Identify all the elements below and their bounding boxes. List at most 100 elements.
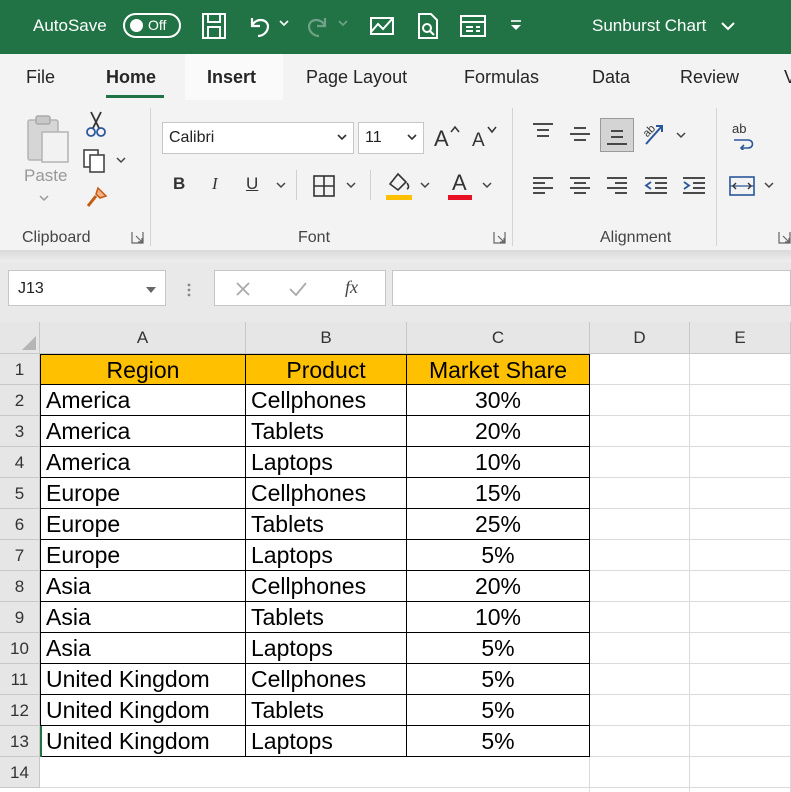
merge-dropdown-icon[interactable] xyxy=(764,182,774,190)
row-header-6[interactable]: 6 xyxy=(0,509,40,540)
underline-button[interactable]: U xyxy=(246,174,258,194)
table-cell[interactable]: 5% xyxy=(407,633,590,664)
row-header-3[interactable]: 3 xyxy=(0,416,40,447)
autosave-toggle[interactable]: Off xyxy=(123,13,181,38)
row-header-12[interactable]: 12 xyxy=(0,695,40,726)
align-right-icon[interactable] xyxy=(604,174,630,198)
paste-dropdown-icon[interactable] xyxy=(38,194,50,202)
column-header-b[interactable]: B xyxy=(246,322,407,354)
tab-view[interactable]: V xyxy=(784,67,791,88)
wrap-text-icon[interactable]: ab xyxy=(730,120,760,150)
top-align-icon[interactable] xyxy=(530,120,556,144)
redo-dropdown-icon[interactable] xyxy=(338,20,348,28)
table-cell[interactable]: United Kingdom xyxy=(40,695,246,726)
decrease-font-size-icon[interactable]: A xyxy=(470,122,500,150)
fill-color-icon[interactable] xyxy=(384,168,414,202)
table-cell[interactable]: United Kingdom xyxy=(40,726,246,757)
table-header-cell[interactable]: Product xyxy=(246,354,407,385)
row-header-9[interactable]: 9 xyxy=(0,602,40,633)
enter-icon[interactable] xyxy=(287,279,309,299)
table-cell[interactable]: Tablets xyxy=(246,509,407,540)
orientation-icon[interactable]: ab xyxy=(642,120,672,148)
table-cell[interactable]: 20% xyxy=(407,571,590,602)
cut-icon[interactable] xyxy=(84,110,108,138)
tab-file[interactable]: File xyxy=(26,67,55,88)
dialog-launcher-icon[interactable] xyxy=(131,231,144,244)
fill-color-dropdown-icon[interactable] xyxy=(420,182,430,190)
table-cell[interactable]: 25% xyxy=(407,509,590,540)
redo-icon[interactable] xyxy=(305,12,331,40)
table-cell[interactable]: America xyxy=(40,416,246,447)
table-cell[interactable]: 10% xyxy=(407,447,590,478)
chevron-down-icon[interactable] xyxy=(720,15,736,37)
middle-align-icon[interactable] xyxy=(567,122,593,146)
row-header-1[interactable]: 1 xyxy=(0,354,40,385)
table-cell[interactable]: 30% xyxy=(407,385,590,416)
decrease-indent-icon[interactable] xyxy=(642,174,670,198)
row-header-2[interactable]: 2 xyxy=(0,385,40,416)
row-header-5[interactable]: 5 xyxy=(0,478,40,509)
copy-icon[interactable] xyxy=(82,148,110,174)
font-size-select[interactable]: 11 xyxy=(358,122,424,154)
table-cell[interactable]: Cellphones xyxy=(246,478,407,509)
customize-qat-icon[interactable] xyxy=(509,20,523,32)
column-header-d[interactable]: D xyxy=(590,322,690,354)
table-cell[interactable]: Cellphones xyxy=(246,385,407,416)
undo-dropdown-icon[interactable] xyxy=(279,20,289,28)
column-header-c[interactable]: C xyxy=(407,322,590,354)
table-cell[interactable]: 5% xyxy=(407,726,590,757)
borders-dropdown-icon[interactable] xyxy=(346,182,356,190)
table-cell[interactable]: Cellphones xyxy=(246,571,407,602)
row-header-8[interactable]: 8 xyxy=(0,571,40,602)
copy-dropdown-icon[interactable] xyxy=(116,157,126,165)
table-cell[interactable]: Laptops xyxy=(246,447,407,478)
table-cell[interactable]: 20% xyxy=(407,416,590,447)
row-header-7[interactable]: 7 xyxy=(0,540,40,571)
bold-button[interactable]: B xyxy=(173,174,185,194)
font-color-dropdown-icon[interactable] xyxy=(482,182,492,190)
document-title[interactable]: Sunburst Chart xyxy=(592,16,706,36)
form-icon[interactable] xyxy=(459,12,487,40)
column-header-a[interactable]: A xyxy=(40,322,246,354)
table-cell[interactable]: Asia xyxy=(40,571,246,602)
table-cell[interactable]: Laptops xyxy=(246,540,407,571)
table-cell[interactable]: Tablets xyxy=(246,602,407,633)
paste-icon[interactable] xyxy=(22,112,72,168)
bottom-align-button[interactable] xyxy=(600,118,634,152)
row-header-4[interactable]: 4 xyxy=(0,447,40,478)
italic-button[interactable]: I xyxy=(212,174,218,194)
align-center-icon[interactable] xyxy=(567,174,593,198)
table-cell[interactable]: Tablets xyxy=(246,416,407,447)
tab-page-layout[interactable]: Page Layout xyxy=(306,67,407,88)
print-preview-icon[interactable] xyxy=(416,12,440,40)
table-cell[interactable]: Laptops xyxy=(246,633,407,664)
table-cell[interactable]: 5% xyxy=(407,695,590,726)
insert-function-button[interactable]: fx xyxy=(345,277,358,298)
dialog-launcher-icon[interactable] xyxy=(493,231,506,244)
table-cell[interactable]: Europe xyxy=(40,509,246,540)
table-cell[interactable]: Cellphones xyxy=(246,664,407,695)
table-cell[interactable]: Asia xyxy=(40,602,246,633)
table-cell[interactable]: 15% xyxy=(407,478,590,509)
align-left-icon[interactable] xyxy=(530,174,556,198)
table-cell[interactable]: America xyxy=(40,447,246,478)
tab-formulas[interactable]: Formulas xyxy=(464,67,539,88)
increase-font-size-icon[interactable]: A xyxy=(432,122,462,150)
formula-input[interactable] xyxy=(392,270,791,306)
font-name-select[interactable]: Calibri xyxy=(162,122,354,154)
tab-review[interactable]: Review xyxy=(680,67,739,88)
table-cell[interactable]: Europe xyxy=(40,540,246,571)
row-header-10[interactable]: 10 xyxy=(0,633,40,664)
paste-label[interactable]: Paste xyxy=(24,166,67,186)
table-cell[interactable]: Asia xyxy=(40,633,246,664)
undo-icon[interactable] xyxy=(246,12,272,40)
tab-data[interactable]: Data xyxy=(592,67,630,88)
row-header-14[interactable]: 14 xyxy=(0,757,40,788)
table-cell[interactable]: Laptops xyxy=(246,726,407,757)
borders-icon[interactable] xyxy=(312,174,338,198)
tab-home[interactable]: Home xyxy=(106,67,156,88)
underline-dropdown-icon[interactable] xyxy=(276,182,286,190)
table-cell[interactable]: 10% xyxy=(407,602,590,633)
table-cell[interactable]: 5% xyxy=(407,540,590,571)
table-cell[interactable]: America xyxy=(40,385,246,416)
